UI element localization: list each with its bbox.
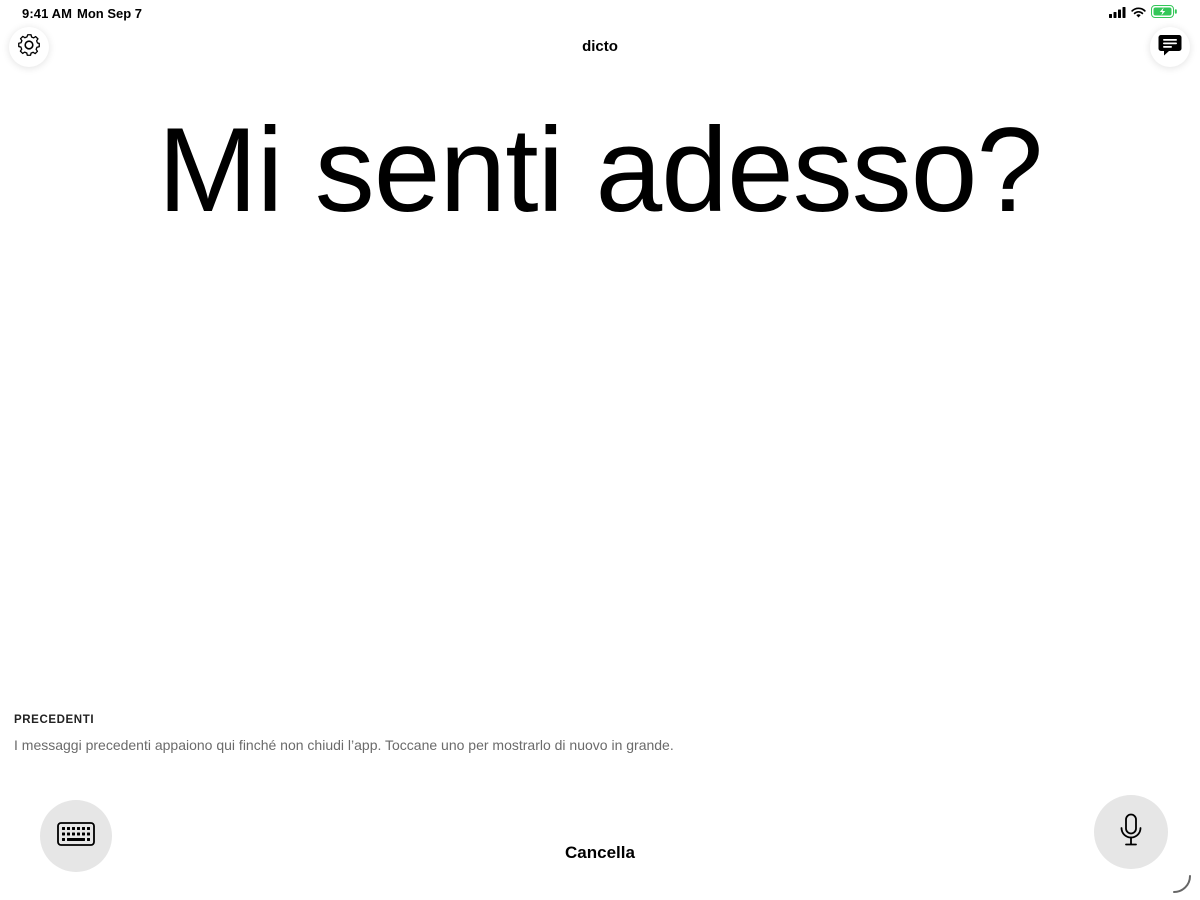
- app-title: dicto: [582, 38, 618, 55]
- current-message[interactable]: Mi senti adesso?: [0, 100, 1200, 240]
- history-heading: PRECEDENTI: [14, 714, 95, 726]
- wifi-icon: [1131, 5, 1146, 23]
- microphone-button[interactable]: [1094, 795, 1168, 869]
- battery-charging-icon: [1151, 5, 1178, 23]
- message-icon: [1157, 32, 1183, 63]
- status-date: Mon Sep 7: [77, 6, 143, 21]
- keyboard-icon: [57, 821, 95, 851]
- app-screen: 9:41 AM Mon Sep 7 dicto Mi senti adesso?…: [0, 0, 1200, 900]
- status-icons: [1109, 5, 1178, 23]
- cellular-signal-icon: [1109, 5, 1126, 23]
- microphone-icon: [1118, 813, 1144, 852]
- history-hint: I messaggi precedenti appaiono qui finch…: [14, 737, 674, 753]
- status-time: 9:41 AM: [22, 6, 73, 21]
- messages-button[interactable]: [1150, 27, 1190, 67]
- clear-button[interactable]: Cancella: [540, 843, 660, 863]
- keyboard-button[interactable]: [40, 800, 112, 872]
- corner-handle-icon: [1172, 874, 1192, 894]
